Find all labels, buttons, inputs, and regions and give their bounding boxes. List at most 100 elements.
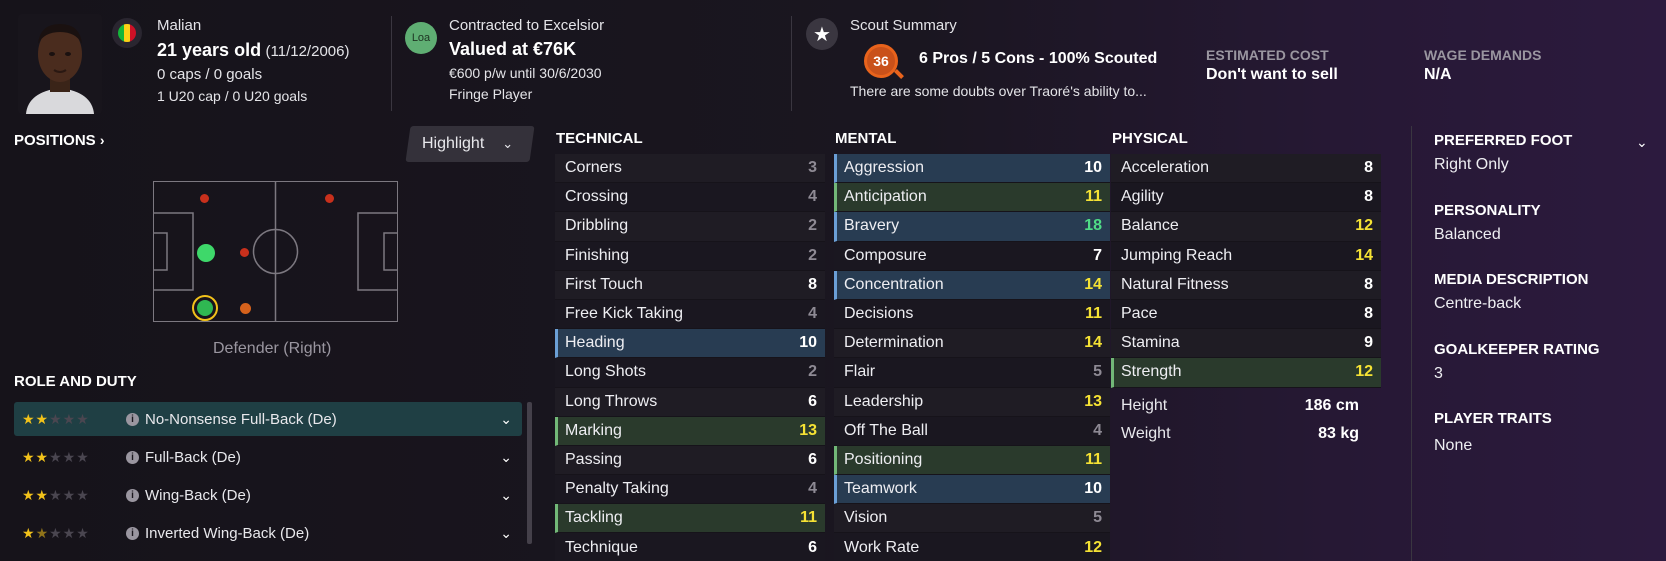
attribute-name: Free Kick Taking (565, 305, 683, 323)
attribute-row[interactable]: Balance 12 (1111, 212, 1381, 242)
attribute-row[interactable]: Long Shots 2 (555, 358, 825, 388)
chevron-down-icon[interactable]: ⌄ (500, 525, 512, 542)
attribute-value: 4 (808, 480, 817, 498)
attribute-value: 3 (808, 159, 817, 177)
highlight-dropdown[interactable]: Highlight ⌄ (405, 126, 535, 162)
attribute-row[interactable]: Natural Fitness 8 (1111, 270, 1381, 300)
attribute-row[interactable]: Anticipation 11 (834, 183, 1110, 213)
weight-row: Weight 83 kg (1111, 420, 1381, 448)
attribute-value: 6 (808, 392, 817, 410)
attribute-row[interactable]: Decisions 11 (834, 299, 1110, 330)
technical-title: TECHNICAL (556, 130, 643, 147)
position-dot (325, 194, 334, 203)
attribute-value: 10 (799, 334, 817, 352)
attribute-value: 8 (1364, 275, 1373, 293)
star-icon: ★ (806, 18, 838, 50)
role-scrollbar[interactable] (527, 402, 532, 544)
attribute-value: 14 (1084, 334, 1102, 352)
attribute-row[interactable]: Penalty Taking 4 (555, 475, 825, 505)
attribute-value: 4 (808, 305, 817, 323)
role-item[interactable]: ★★★★★ i Inverted Wing-Back (De) ⌄ (14, 516, 522, 550)
attribute-name: Composure (844, 246, 927, 264)
attribute-row[interactable]: Dribbling 2 (555, 212, 825, 242)
attribute-row[interactable]: Positioning 11 (834, 445, 1110, 476)
player-avatar (18, 14, 102, 114)
attribute-value: 8 (1364, 159, 1373, 177)
preferred-foot-label: PREFERRED FOOT (1434, 132, 1573, 149)
attribute-row[interactable]: Off The Ball 4 (834, 416, 1110, 446)
attribute-name: Leadership (844, 392, 924, 410)
attribute-row[interactable]: Leadership 13 (834, 387, 1110, 417)
attribute-row[interactable]: Vision 5 (834, 504, 1110, 534)
attribute-row[interactable]: Technique 6 (555, 533, 825, 561)
role-item[interactable]: ★★★★★ i No-Nonsense Full-Back (De) ⌄ (14, 402, 522, 436)
attribute-name: Teamwork (844, 480, 917, 498)
attribute-row[interactable]: Composure 7 (834, 241, 1110, 271)
attribute-row[interactable]: Corners 3 (555, 154, 825, 184)
attribute-row[interactable]: Stamina 9 (1111, 329, 1381, 359)
attribute-row[interactable]: Free Kick Taking 4 (555, 299, 825, 330)
info-icon[interactable]: i (126, 412, 139, 426)
attribute-row[interactable]: Tackling 11 (555, 504, 825, 534)
positions-title[interactable]: POSITIONS › (14, 132, 105, 149)
chevron-down-icon[interactable]: ⌄ (500, 449, 512, 466)
header-divider (391, 16, 392, 111)
attribute-row[interactable]: Determination 14 (834, 329, 1110, 359)
attribute-name: Technique (565, 538, 638, 556)
position-dot (240, 303, 251, 314)
attribute-row[interactable]: Long Throws 6 (555, 387, 825, 417)
wage-demands-label: WAGE DEMANDS (1424, 47, 1542, 63)
attribute-value: 8 (1364, 305, 1373, 323)
attribute-row[interactable]: Teamwork 10 (834, 475, 1110, 505)
attribute-row[interactable]: Flair 5 (834, 358, 1110, 388)
age-line: 21 years old (11/12/2006) (157, 40, 349, 61)
role-duty-title: ROLE AND DUTY (14, 373, 137, 390)
attribute-name: Stamina (1121, 334, 1180, 352)
scout-summary-title[interactable]: Scout Summary (850, 17, 957, 34)
positions-title-text: POSITIONS (14, 132, 96, 149)
attribute-name: Finishing (565, 246, 630, 264)
attribute-row[interactable]: Concentration 14 (834, 270, 1110, 300)
info-icon[interactable]: i (126, 450, 139, 464)
attribute-row[interactable]: Aggression 10 (834, 154, 1110, 184)
attribute-row[interactable]: Strength 12 (1111, 358, 1381, 388)
attribute-value: 13 (799, 421, 817, 439)
attribute-row[interactable]: Crossing 4 (555, 183, 825, 213)
attribute-row[interactable]: Work Rate 12 (834, 533, 1110, 561)
scout-description: There are some doubts over Traoré's abil… (850, 83, 1147, 99)
nationality-label: Malian (157, 17, 202, 34)
attribute-name: Balance (1121, 217, 1179, 235)
attribute-row[interactable]: Heading 10 (555, 329, 825, 359)
attribute-name: Jumping Reach (1121, 246, 1233, 264)
attribute-name: Strength (1121, 363, 1182, 381)
attribute-value: 9 (1364, 334, 1373, 352)
highlight-label: Highlight (422, 135, 485, 152)
attribute-row[interactable]: Agility 8 (1111, 183, 1381, 213)
info-icon[interactable]: i (126, 488, 139, 502)
attribute-row[interactable]: Finishing 2 (555, 241, 825, 271)
role-stars: ★★★★★ (22, 448, 90, 465)
role-item[interactable]: ★★★★★ i Full-Back (De) ⌄ (14, 440, 522, 474)
chevron-down-icon[interactable]: ⌄ (500, 411, 512, 428)
attribute-row[interactable]: Bravery 18 (834, 212, 1110, 242)
contract-label[interactable]: Contracted to Excelsior (449, 17, 604, 34)
position-dot (200, 194, 209, 203)
attribute-value: 10 (1084, 480, 1102, 498)
chevron-down-icon[interactable]: ⌄ (1636, 134, 1648, 151)
weight-label: Weight (1121, 424, 1171, 442)
attribute-row[interactable]: Jumping Reach 14 (1111, 241, 1381, 271)
attribute-row[interactable]: Passing 6 (555, 445, 825, 476)
attribute-name: Concentration (844, 275, 944, 293)
loan-badge[interactable]: Loa (405, 22, 437, 54)
attribute-row[interactable]: Marking 13 (555, 416, 825, 446)
role-item[interactable]: ★★★★★ i Wing-Back (De) ⌄ (14, 478, 522, 512)
chevron-down-icon[interactable]: ⌄ (500, 487, 512, 504)
info-icon[interactable]: i (126, 526, 139, 540)
attribute-value: 12 (1355, 217, 1373, 235)
u20-caps-label: 1 U20 cap / 0 U20 goals (157, 88, 308, 104)
attribute-row[interactable]: Pace 8 (1111, 299, 1381, 330)
personality-value: Balanced (1434, 226, 1501, 243)
attribute-row[interactable]: Acceleration 8 (1111, 154, 1381, 184)
attribute-row[interactable]: First Touch 8 (555, 270, 825, 300)
attribute-value: 2 (808, 363, 817, 381)
